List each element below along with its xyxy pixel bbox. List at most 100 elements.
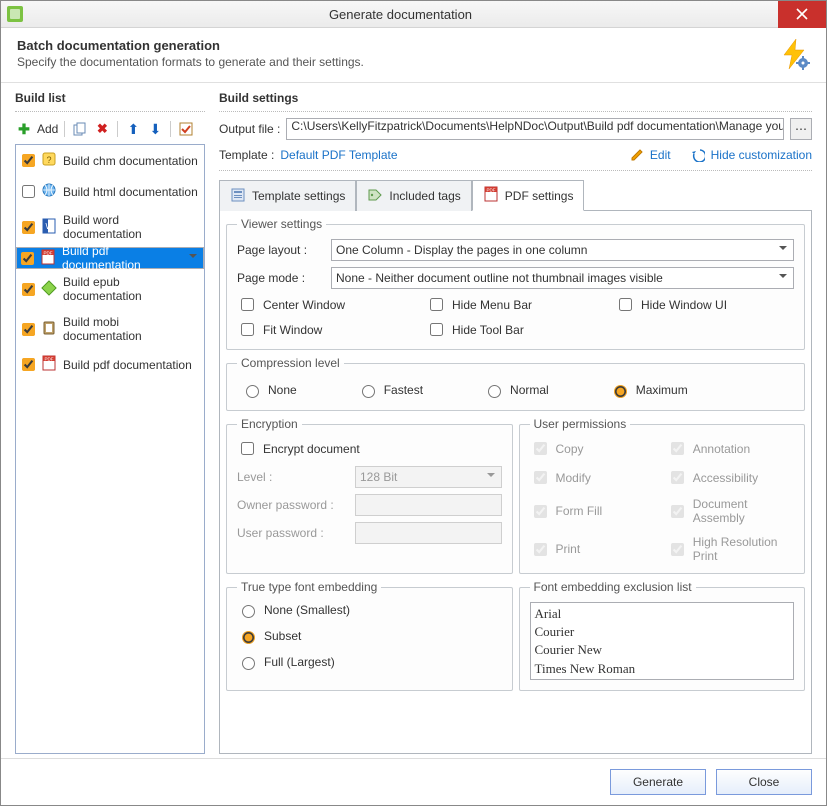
- build-item-checkbox[interactable]: [22, 323, 35, 336]
- output-file-input[interactable]: C:\Users\KellyFitzpatrick\Documents\Help…: [286, 118, 784, 140]
- build-list-item[interactable]: PDFBuild pdf documentation: [16, 349, 204, 380]
- arrow-up-icon: ⬆: [127, 121, 139, 138]
- compression-option[interactable]: Normal: [483, 382, 549, 398]
- viewer-check[interactable]: Center Window: [237, 295, 416, 314]
- font-embed-option[interactable]: Subset: [237, 628, 502, 644]
- viewer-check[interactable]: Fit Window: [237, 320, 416, 339]
- generate-button[interactable]: Generate: [610, 769, 706, 795]
- browse-button[interactable]: ⋯: [790, 118, 812, 140]
- compression-radio[interactable]: [488, 385, 501, 398]
- word-icon: W: [41, 218, 57, 237]
- build-list-item[interactable]: PDFBuild pdf documentation: [16, 247, 204, 269]
- font-exclusion-legend: Font embedding exclusion list: [530, 580, 696, 594]
- tab-pdf-settings[interactable]: PDFPDF settings: [472, 180, 585, 211]
- font-embed-option[interactable]: Full (Largest): [237, 654, 502, 670]
- template-label: Template :: [219, 148, 274, 162]
- build-item-checkbox[interactable]: [22, 283, 35, 296]
- plus-icon: ✚: [18, 122, 30, 136]
- encrypt-document-checkbox[interactable]: [241, 442, 254, 455]
- build-list-item[interactable]: WBuild word documentation: [16, 207, 204, 247]
- template-name-link[interactable]: Default PDF Template: [280, 148, 397, 162]
- build-list-item[interactable]: Build html documentation: [16, 176, 204, 207]
- viewer-check-box[interactable]: [241, 323, 254, 336]
- permission-label: Copy: [556, 442, 584, 456]
- ellipsis-icon: ⋯: [795, 122, 807, 136]
- viewer-check-label: Hide Tool Bar: [452, 323, 524, 337]
- font-exclusion-item[interactable]: Times New Roman: [535, 660, 790, 678]
- build-item-checkbox[interactable]: [21, 252, 34, 265]
- compression-radio[interactable]: [362, 385, 375, 398]
- encryption-legend: Encryption: [237, 417, 302, 431]
- permission-item: Accessibility: [667, 468, 794, 487]
- svg-text:PDF: PDF: [486, 188, 495, 193]
- window-close-button[interactable]: [778, 1, 826, 28]
- permission-checkbox: [534, 505, 547, 518]
- tab-label: Template settings: [252, 189, 345, 203]
- add-button[interactable]: ✚: [15, 120, 33, 138]
- build-list-item[interactable]: ?Build chm documentation: [16, 145, 204, 176]
- duplicate-icon: [73, 122, 87, 136]
- font-exclusion-item[interactable]: Courier New: [535, 641, 790, 659]
- hide-customization-link[interactable]: Hide customization: [711, 148, 812, 162]
- font-embed-radio[interactable]: [242, 631, 255, 644]
- build-list[interactable]: ?Build chm documentation Build html docum…: [15, 144, 205, 754]
- owner-password-input: [355, 494, 502, 516]
- edit-link[interactable]: Edit: [650, 148, 671, 162]
- titlebar: Generate documentation: [1, 1, 826, 28]
- add-label[interactable]: Add: [37, 122, 58, 136]
- viewer-check-label: Hide Window UI: [641, 298, 727, 312]
- permission-item: Annotation: [667, 439, 794, 458]
- tab-panel: Viewer settings Page layout : One Column…: [219, 210, 812, 754]
- permission-label: High Resolution Print: [693, 535, 794, 563]
- viewer-check-box[interactable]: [619, 298, 632, 311]
- delete-button[interactable]: ✖: [93, 120, 111, 138]
- build-item-label: Build mobi documentation: [63, 315, 198, 343]
- tab-included-tags[interactable]: Included tags: [356, 180, 471, 211]
- compression-option[interactable]: None: [241, 382, 297, 398]
- check-all-button[interactable]: [177, 120, 195, 138]
- font-exclusion-item[interactable]: Arial: [535, 605, 790, 623]
- viewer-check-label: Fit Window: [263, 323, 322, 337]
- build-item-checkbox[interactable]: [22, 221, 35, 234]
- permission-label: Form Fill: [556, 504, 603, 518]
- bolt-gear-icon: [778, 38, 810, 70]
- viewer-check-box[interactable]: [430, 298, 443, 311]
- build-item-checkbox[interactable]: [22, 154, 35, 167]
- viewer-check-box[interactable]: [430, 323, 443, 336]
- build-item-checkbox[interactable]: [22, 185, 35, 198]
- font-embed-option[interactable]: None (Smallest): [237, 602, 502, 618]
- compression-radio[interactable]: [246, 385, 259, 398]
- encryption-group: Encryption Encrypt document Level :128 B…: [226, 417, 513, 574]
- page-mode-label: Page mode :: [237, 271, 323, 285]
- font-exclusion-list[interactable]: ArialCourierCourier NewTimes New Roman: [530, 602, 795, 680]
- svg-text:?: ?: [46, 155, 51, 165]
- viewer-check[interactable]: Hide Tool Bar: [426, 320, 605, 339]
- page-mode-select[interactable]: None - Neither document outline not thum…: [331, 267, 794, 289]
- font-embed-radio[interactable]: [242, 657, 255, 670]
- viewer-check[interactable]: Hide Window UI: [615, 295, 794, 314]
- font-embed-radio[interactable]: [242, 605, 255, 618]
- close-button[interactable]: Close: [716, 769, 812, 795]
- build-list-item[interactable]: Build epub documentation: [16, 269, 204, 309]
- build-list-item[interactable]: Build mobi documentation: [16, 309, 204, 349]
- build-settings-heading: Build settings: [219, 91, 812, 112]
- chm-icon: ?: [41, 151, 57, 170]
- viewer-check-box[interactable]: [241, 298, 254, 311]
- build-item-label: Build html documentation: [63, 185, 198, 199]
- toolbar-separator: [64, 121, 65, 137]
- duplicate-button[interactable]: [71, 120, 89, 138]
- window: Generate documentation Batch documentati…: [0, 0, 827, 806]
- permission-label: Document Assembly: [693, 497, 794, 525]
- font-embedding-legend: True type font embedding: [237, 580, 381, 594]
- tab-template-settings[interactable]: Template settings: [219, 180, 356, 211]
- tab-label: Included tags: [389, 189, 460, 203]
- build-item-checkbox[interactable]: [22, 358, 35, 371]
- viewer-check[interactable]: Hide Menu Bar: [426, 295, 605, 314]
- move-up-button[interactable]: ⬆: [124, 120, 142, 138]
- compression-option[interactable]: Maximum: [609, 382, 688, 398]
- move-down-button[interactable]: ⬇: [146, 120, 164, 138]
- page-layout-select[interactable]: One Column - Display the pages in one co…: [331, 239, 794, 261]
- font-exclusion-item[interactable]: Courier: [535, 623, 790, 641]
- compression-radio[interactable]: [614, 385, 627, 398]
- compression-option[interactable]: Fastest: [357, 382, 423, 398]
